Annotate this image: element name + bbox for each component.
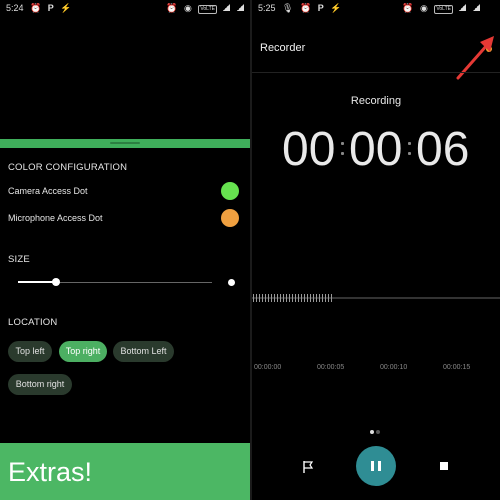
status-bar: 5:24 ⏰ P ⚡ ⏰ ◉ VoLTE bbox=[0, 0, 250, 18]
signal-icon bbox=[223, 4, 231, 11]
waveform bbox=[252, 294, 334, 302]
alarm-icon: ⏰ bbox=[299, 3, 312, 13]
hotspot-icon: ◉ bbox=[183, 3, 192, 13]
right-screen: 5:25 🎙 ⏰ P ⚡ ⏰ ◉ VoLTE Recorder Recordin… bbox=[252, 0, 500, 500]
camera-dot-label: Camera Access Dot bbox=[8, 186, 88, 196]
timer-minutes: 00 bbox=[349, 123, 403, 176]
pause-icon bbox=[371, 461, 374, 471]
signal-icon-2 bbox=[237, 4, 244, 11]
charging-icon: ⚡ bbox=[60, 3, 72, 13]
parking-icon: P bbox=[47, 3, 54, 13]
signal-icon bbox=[459, 4, 467, 11]
size-preview-dot bbox=[228, 279, 235, 286]
timeline-label: 00:00:10 bbox=[380, 364, 408, 371]
mic-icon: 🎙 bbox=[282, 3, 294, 13]
app-title: Recorder bbox=[260, 42, 306, 54]
location-heading: LOCATION bbox=[8, 317, 58, 328]
volte-badge: VoLTE bbox=[198, 5, 217, 14]
location-bottom-right-chip[interactable]: Bottom right bbox=[8, 374, 72, 395]
alarm-icon: ⏰ bbox=[30, 3, 42, 13]
pause-icon-bar bbox=[378, 461, 381, 471]
status-left-icons: ⏰ P ⚡ bbox=[26, 3, 71, 14]
status-time: 5:25 bbox=[258, 3, 276, 13]
extras-bar[interactable]: Extras! bbox=[0, 443, 250, 500]
red-arrow-annotation bbox=[456, 36, 494, 80]
status-time: 5:24 bbox=[6, 3, 24, 13]
camera-dot-color-swatch[interactable] bbox=[221, 182, 239, 200]
volte-badge: VoLTE bbox=[434, 5, 453, 14]
page-indicator bbox=[370, 421, 382, 439]
signal-icon-2 bbox=[473, 4, 480, 11]
timeline-label: 00:00:05 bbox=[317, 364, 345, 371]
header-divider bbox=[252, 72, 500, 73]
status-left-icons: 🎙 ⏰ P ⚡ bbox=[278, 3, 341, 14]
hotspot-icon: ◉ bbox=[419, 3, 428, 13]
charging-icon: ⚡ bbox=[330, 3, 342, 13]
recording-status: Recording bbox=[350, 95, 402, 107]
location-top-left-chip[interactable]: Top left bbox=[8, 341, 52, 362]
timer-separator bbox=[408, 142, 411, 162]
drag-handle[interactable] bbox=[110, 142, 140, 144]
mic-dot-color-swatch[interactable] bbox=[221, 209, 239, 227]
size-slider-thumb[interactable] bbox=[52, 278, 60, 286]
status-right-icons: ⏰ ◉ VoLTE bbox=[398, 3, 480, 14]
left-screen: 5:24 ⏰ P ⚡ ⏰ ◉ VoLTE COLOR CONFIGURATION… bbox=[0, 0, 250, 500]
sheet-drag-bar[interactable] bbox=[0, 139, 250, 148]
flag-icon[interactable] bbox=[302, 460, 314, 474]
pause-button[interactable] bbox=[356, 446, 396, 486]
status-right-icons: ⏰ ◉ VoLTE bbox=[162, 3, 244, 14]
timeline-label: 00:00:00 bbox=[254, 364, 282, 371]
alarm-icon: ⏰ bbox=[166, 3, 178, 13]
mic-dot-label: Microphone Access Dot bbox=[8, 213, 103, 223]
size-slider-fill bbox=[18, 281, 56, 283]
color-config-heading: COLOR CONFIGURATION bbox=[8, 162, 128, 173]
timeline-label: 00:00:15 bbox=[443, 364, 471, 371]
timer-hours: 00 bbox=[282, 123, 336, 176]
parking-icon: P bbox=[317, 3, 324, 13]
timer-separator bbox=[341, 142, 344, 162]
timer-seconds: 06 bbox=[416, 123, 470, 176]
alarm-icon: ⏰ bbox=[402, 3, 414, 13]
extras-label: Extras! bbox=[8, 457, 93, 487]
size-heading: SIZE bbox=[8, 254, 30, 265]
stop-button[interactable] bbox=[440, 462, 448, 470]
location-bottom-left-chip[interactable]: Bottom Left bbox=[113, 341, 174, 362]
status-bar: 5:25 🎙 ⏰ P ⚡ ⏰ ◉ VoLTE bbox=[252, 0, 500, 18]
location-top-right-chip[interactable]: Top right bbox=[59, 341, 107, 362]
